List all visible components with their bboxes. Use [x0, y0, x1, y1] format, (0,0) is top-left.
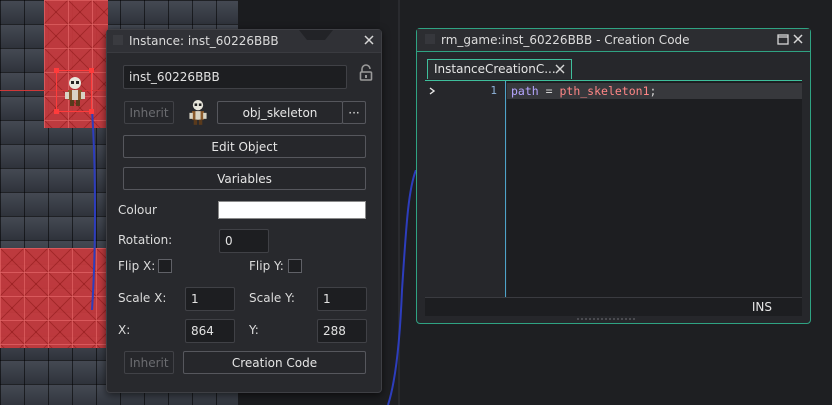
- close-icon[interactable]: [362, 33, 376, 47]
- code-operator: =: [538, 84, 560, 98]
- code-terminator: ;: [649, 84, 657, 98]
- insert-mode-indicator: INS: [751, 300, 772, 314]
- resize-grip[interactable]: [577, 317, 637, 321]
- scale-y-label: Scale Y:: [249, 291, 295, 305]
- code-variable: path: [511, 84, 539, 98]
- instance-name-field[interactable]: inst_60226BBB: [123, 65, 347, 89]
- y-position-field[interactable]: 288: [317, 319, 367, 343]
- code-window-title: rm_game:inst_60226BBB - Creation Code: [441, 33, 690, 47]
- variables-button[interactable]: Variables: [123, 167, 366, 190]
- instance-panel-title: Instance: inst_60226BBB: [129, 34, 279, 48]
- flip-x-checkbox[interactable]: [158, 259, 172, 273]
- edit-object-button[interactable]: Edit Object: [123, 135, 366, 158]
- close-icon[interactable]: [791, 32, 805, 46]
- path-curve: [387, 170, 417, 405]
- instance-panel: Instance: inst_60226BBB inst_60226BBB In…: [106, 29, 382, 393]
- scale-x-label: Scale X:: [118, 291, 167, 305]
- colour-label: Colour: [118, 203, 157, 217]
- x-label: X:: [118, 323, 131, 337]
- code-line[interactable]: path = pth_skeleton1;: [511, 83, 656, 99]
- object-selector[interactable]: obj_skeleton: [217, 101, 343, 124]
- colour-swatch[interactable]: [218, 201, 366, 219]
- scale-x-field[interactable]: 1: [185, 287, 235, 311]
- code-window-titlebar[interactable]: rm_game:inst_60226BBB - Creation Code: [417, 29, 810, 52]
- skeleton-sprite-icon: [65, 77, 85, 106]
- rotation-label: Rotation:: [118, 233, 173, 247]
- panel-icon: [425, 34, 435, 44]
- flip-y-label: Flip Y:: [249, 259, 284, 273]
- tab-instance-creation-code[interactable]: InstanceCreationC...: [427, 59, 572, 79]
- close-tab-icon[interactable]: [554, 63, 566, 75]
- tab-label: InstanceCreationC...: [434, 62, 556, 76]
- code-value: pth_skeleton1: [559, 84, 650, 98]
- x-position-field[interactable]: 864: [185, 319, 235, 343]
- object-sprite-icon: [189, 100, 207, 125]
- selected-instance[interactable]: [54, 68, 94, 114]
- object-more-button[interactable]: ···: [342, 101, 366, 124]
- editor-statusbar: INS: [425, 297, 802, 316]
- path-curve-left: [91, 110, 96, 310]
- code-tab-bar: InstanceCreationC...: [425, 59, 802, 81]
- gutter-separator: [505, 81, 506, 298]
- line-number: 1: [490, 84, 497, 97]
- fold-arrow-icon[interactable]: [429, 87, 435, 95]
- inherit-code-button[interactable]: Inherit: [124, 351, 174, 374]
- flip-x-label: Flip X:: [118, 259, 156, 273]
- creation-code-button[interactable]: Creation Code: [183, 351, 366, 374]
- inherit-button[interactable]: Inherit: [124, 101, 174, 124]
- y-label: Y:: [249, 323, 259, 337]
- line-gutter: 1: [425, 81, 507, 298]
- panel-icon: [113, 35, 123, 45]
- titlebar-notch: [299, 30, 333, 40]
- rotation-field[interactable]: 0: [219, 229, 269, 253]
- maximize-icon[interactable]: [777, 34, 789, 45]
- scale-y-field[interactable]: 1: [317, 287, 367, 311]
- instance-panel-titlebar[interactable]: Instance: inst_60226BBB: [107, 30, 381, 53]
- flip-y-checkbox[interactable]: [288, 259, 302, 273]
- lock-icon[interactable]: [359, 64, 373, 82]
- code-editor[interactable]: 1 path = pth_skeleton1;: [425, 81, 802, 298]
- creation-code-window: rm_game:inst_60226BBB - Creation Code In…: [416, 28, 811, 324]
